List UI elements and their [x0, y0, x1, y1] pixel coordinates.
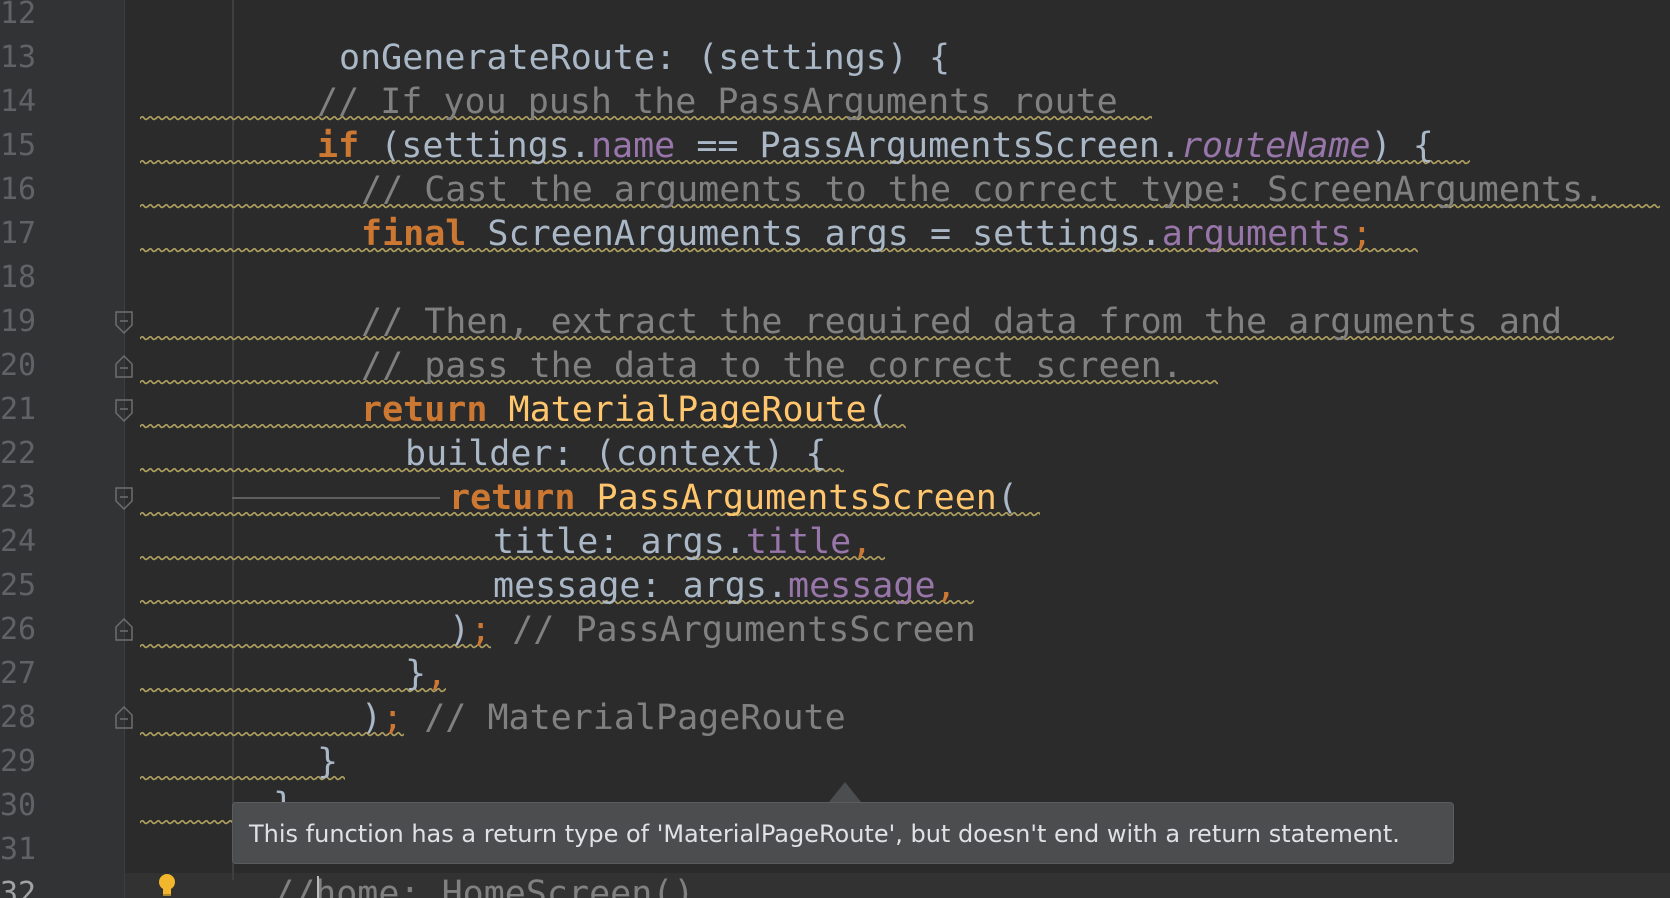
- code-line[interactable]: onGenerateRoute: (settings) {: [339, 36, 950, 80]
- code-line[interactable]: return MaterialPageRoute(: [361, 388, 888, 432]
- code-line[interactable]: // pass the data to the correct screen.: [361, 344, 1183, 388]
- lightbulb-icon[interactable]: [156, 873, 178, 898]
- line-number: 19: [0, 304, 37, 339]
- warning-underline: [140, 686, 446, 694]
- code-line[interactable]: // If you push the PassArguments route: [317, 80, 1118, 124]
- line-number: 12: [0, 0, 37, 31]
- code-line[interactable]: }: [317, 740, 338, 784]
- code-line[interactable]: message: args.message,: [493, 564, 957, 608]
- warning-underline: [140, 642, 491, 650]
- line-number: 18: [0, 260, 37, 295]
- fold-collapse-icon[interactable]: [115, 399, 133, 423]
- code-line[interactable]: // Then, extract the required data from …: [361, 300, 1562, 344]
- warning-underline: [140, 774, 345, 782]
- text-caret: [317, 876, 319, 898]
- code-line[interactable]: //home: HomeScreen(): [273, 872, 694, 898]
- code-line[interactable]: builder: (context) {: [405, 432, 826, 476]
- code-line[interactable]: },: [405, 652, 447, 696]
- line-number: 25: [0, 568, 37, 603]
- gutter-separator: [124, 0, 125, 898]
- code-line[interactable]: final ScreenArguments args = settings.ar…: [361, 212, 1372, 256]
- tooltip-pointer: [829, 782, 861, 802]
- line-number: 31: [0, 832, 37, 867]
- line-number: 32: [0, 876, 37, 898]
- fold-end-icon[interactable]: [115, 617, 133, 641]
- code-line[interactable]: return PassArgumentsScreen(: [449, 476, 1018, 520]
- code-line[interactable]: title: args.title,: [493, 520, 872, 564]
- bracket-match-guide: [232, 497, 440, 499]
- line-number: 30: [0, 788, 37, 823]
- line-number: 21: [0, 392, 37, 427]
- indent-guide: [232, 0, 234, 880]
- code-editor[interactable]: 12 13 14 15 16 17 18 19 20 21 22 23 24 2…: [0, 0, 1670, 898]
- fold-collapse-icon[interactable]: [115, 487, 133, 511]
- line-number: 15: [0, 128, 37, 163]
- fold-collapse-icon[interactable]: [115, 311, 133, 335]
- line-number: 13: [0, 40, 37, 75]
- line-number: 20: [0, 348, 37, 383]
- line-number: 29: [0, 744, 37, 779]
- code-line[interactable]: // Cast the arguments to the correct typ…: [361, 168, 1604, 212]
- warning-tooltip: This function has a return type of 'Mate…: [232, 802, 1454, 864]
- fold-end-icon[interactable]: [115, 354, 133, 378]
- tooltip-message: This function has a return type of 'Mate…: [249, 820, 1400, 848]
- line-number: 16: [0, 172, 37, 207]
- warning-underline: [140, 818, 232, 826]
- line-number: 14: [0, 84, 37, 119]
- line-number: 23: [0, 480, 37, 515]
- line-number: 28: [0, 700, 37, 735]
- line-number: 24: [0, 524, 37, 559]
- code-line[interactable]: ); // PassArgumentsScreen: [449, 608, 976, 652]
- line-number: 27: [0, 656, 37, 691]
- fold-end-icon[interactable]: [115, 705, 133, 729]
- line-number: 17: [0, 216, 37, 251]
- line-number: 22: [0, 436, 37, 471]
- code-line[interactable]: ); // MaterialPageRoute: [361, 696, 846, 740]
- code-line[interactable]: if (settings.name == PassArgumentsScreen…: [317, 124, 1434, 168]
- line-number: 26: [0, 612, 37, 647]
